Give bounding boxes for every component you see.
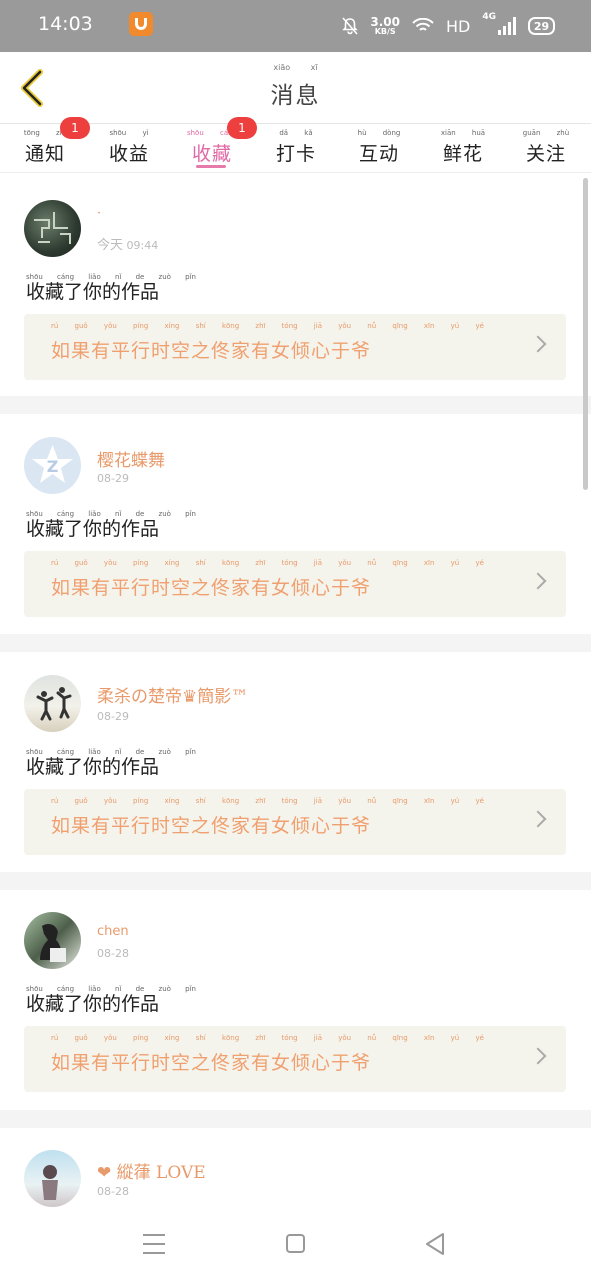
timestamp: 08-29: [97, 472, 129, 485]
page-title: 消息: [270, 83, 321, 109]
home-square-icon[interactable]: [286, 1234, 305, 1253]
timestamp: 08-28: [97, 1185, 129, 1198]
feed-item: ❤ 縱葎 LOVE 08-28: [0, 1128, 591, 1212]
svg-text:Z: Z: [47, 457, 59, 476]
active-tab-indicator: [196, 165, 226, 168]
title-pinyin: xiāo xī: [273, 63, 318, 72]
status-bar: 14:03 3.00 KB/S HD 4G 29: [0, 0, 591, 52]
status-time: 14:03: [38, 13, 93, 35]
user-name[interactable]: ·: [97, 206, 101, 221]
chevron-right-icon: [529, 1047, 547, 1065]
work-title: 如果有平行时空之佟家有女倾心于爷: [51, 577, 372, 599]
work-pinyin: rú guǒ yǒu píng xíng shí kōng zhī tóng j…: [51, 797, 484, 805]
avatar[interactable]: [24, 1150, 81, 1207]
work-pinyin: rú guǒ yǒu píng xíng shí kōng zhī tóng j…: [51, 1034, 484, 1042]
avatar[interactable]: [24, 675, 81, 732]
divider: [0, 396, 591, 414]
divider: [0, 634, 591, 652]
menu-icon[interactable]: [143, 1234, 165, 1254]
tab-badge: 1: [60, 117, 90, 139]
divider: [0, 1110, 591, 1128]
action-text: 收藏了你的作品: [26, 756, 160, 778]
signal-icon: [498, 17, 516, 35]
feed-item: chen 08-28 shōu cáng liǎo nǐ de zuò pǐn …: [0, 890, 591, 1110]
timestamp: 08-29: [97, 710, 129, 723]
battery-icon: 29: [528, 17, 555, 35]
user-name[interactable]: chen: [97, 924, 129, 939]
work-title: 如果有平行时空之佟家有女倾心于爷: [51, 340, 372, 362]
feed-item: · 今天 09:44 shōu cáng liǎo nǐ de zuò pǐn …: [0, 174, 591, 396]
work-link[interactable]: rú guǒ yǒu píng xíng shí kōng zhī tóng j…: [24, 1026, 566, 1092]
avatar[interactable]: [24, 200, 81, 257]
work-link[interactable]: rú guǒ yǒu píng xíng shí kōng zhī tóng j…: [24, 314, 566, 380]
avatar[interactable]: Z: [24, 437, 81, 494]
divider: [0, 872, 591, 890]
user-name[interactable]: 樱花蝶舞: [97, 446, 165, 471]
wifi-icon: [412, 18, 434, 31]
network-type: HD: [445, 16, 471, 36]
scrollbar[interactable]: [583, 178, 588, 490]
tab-badge: 1: [227, 117, 257, 139]
page-header: xiāo xī 消息: [0, 52, 591, 124]
tab-follow[interactable]: guān zhù 关注: [514, 125, 578, 173]
tab-earnings[interactable]: shōu yì 收益: [97, 125, 161, 173]
feed-item: 柔杀の楚帝♛簡影™ 08-29 shōu cáng liǎo nǐ de zuò…: [0, 652, 591, 872]
user-name[interactable]: ❤ 縱葎 LOVE: [97, 1158, 206, 1183]
uc-browser-icon: [129, 12, 153, 36]
tab-interaction[interactable]: hù dòng 互动: [347, 125, 411, 173]
chevron-right-icon: [529, 810, 547, 828]
chevron-right-icon: [529, 335, 547, 353]
tab-flowers[interactable]: xiān huā 鲜花: [431, 125, 495, 173]
work-pinyin: rú guǒ yǒu píng xíng shí kōng zhī tóng j…: [51, 559, 484, 567]
action-text: 收藏了你的作品: [26, 518, 160, 540]
back-triangle-icon[interactable]: [424, 1232, 446, 1256]
work-title: 如果有平行时空之佟家有女倾心于爷: [51, 1052, 372, 1074]
work-link[interactable]: rú guǒ yǒu píng xíng shí kōng zhī tóng j…: [24, 789, 566, 855]
feed-item: Z 樱花蝶舞 08-29 shōu cáng liǎo nǐ de zuò pǐ…: [0, 414, 591, 634]
timestamp: 08-28: [97, 947, 129, 960]
mute-bell-icon: [342, 17, 359, 35]
work-title: 如果有平行时空之佟家有女倾心于爷: [51, 815, 372, 837]
signal-label: 4G: [482, 12, 496, 22]
system-nav-bar: [0, 1212, 591, 1280]
avatar[interactable]: [24, 912, 81, 969]
action-text: 收藏了你的作品: [26, 281, 160, 303]
work-pinyin: rú guǒ yǒu píng xíng shí kōng zhī tóng j…: [51, 322, 484, 330]
network-speed: 3.00 KB/S: [370, 15, 400, 36]
tab-bar: tōng zhī 通知 1 shōu yì 收益 shōu cáng 收藏 1 …: [0, 117, 591, 173]
work-link[interactable]: rú guǒ yǒu píng xíng shí kōng zhī tóng j…: [24, 551, 566, 617]
action-text: 收藏了你的作品: [26, 993, 160, 1015]
user-name[interactable]: 柔杀の楚帝♛簡影™: [97, 682, 248, 707]
tab-notice[interactable]: tōng zhī 通知 1: [13, 117, 90, 173]
chevron-right-icon: [529, 572, 547, 590]
tab-checkin[interactable]: dǎ kǎ 打卡: [264, 125, 328, 173]
timestamp: 今天 09:44: [97, 238, 159, 253]
